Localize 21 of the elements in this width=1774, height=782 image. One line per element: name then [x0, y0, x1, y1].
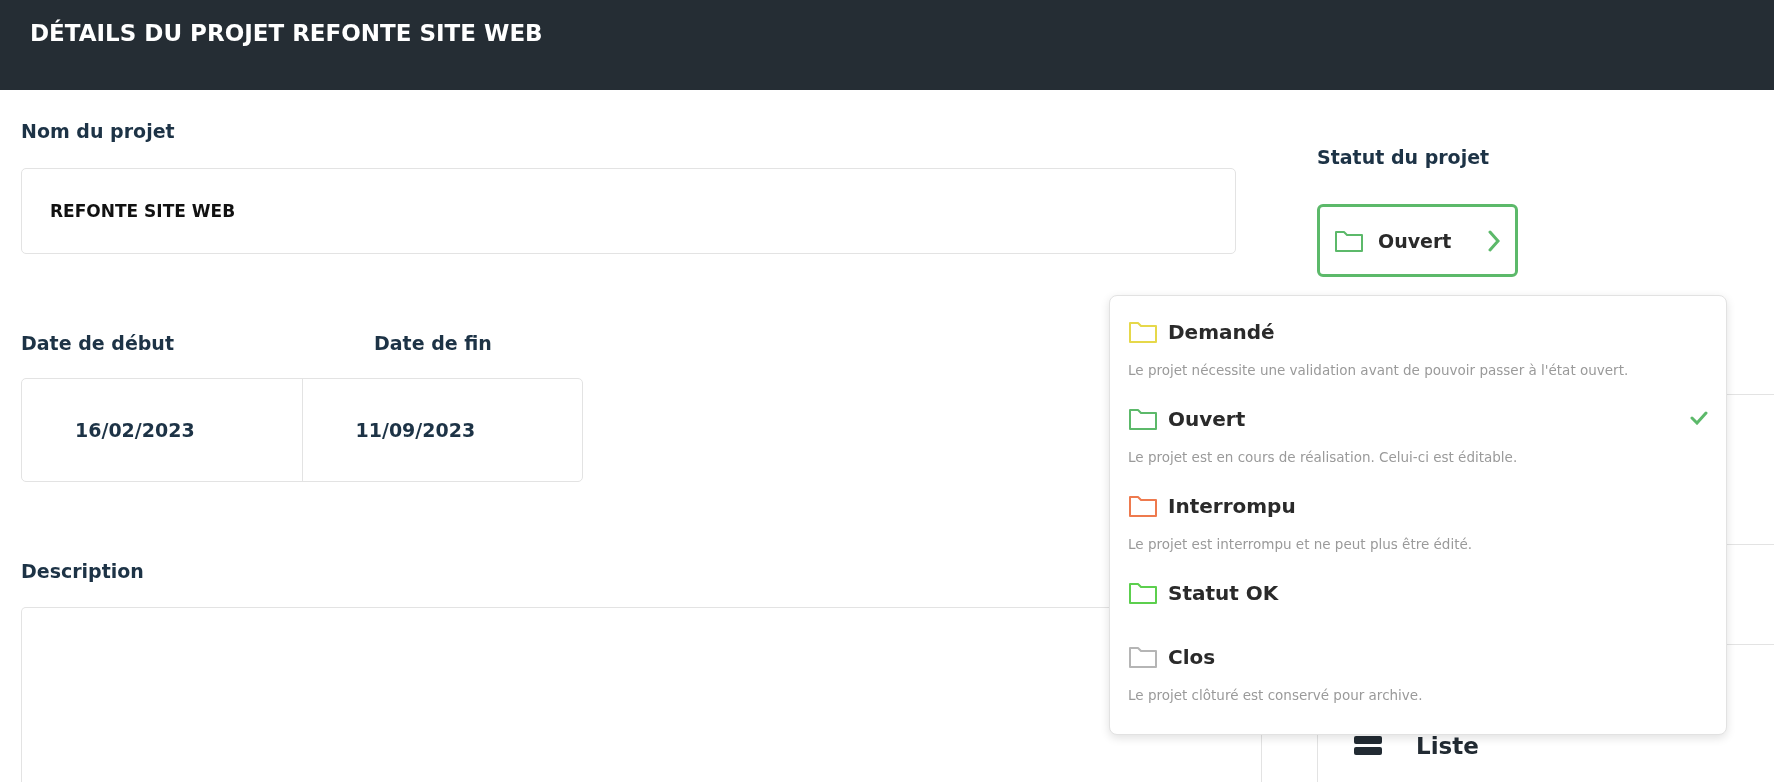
status-option[interactable]: Statut OK [1128, 575, 1708, 639]
field-label: Nom du projet [21, 120, 175, 142]
option-description: Le projet clôturé est conservé pour archive. [1128, 687, 1424, 703]
option-description: Le projet nécessite une validation avant de pouvoir passer à l'état ouvert. [1128, 362, 1630, 378]
list-icon [1354, 736, 1382, 756]
status-option[interactable]: Ouvert Le projet est en cours de réalisation. Celui-ci est éditable. [1128, 401, 1708, 488]
field-label: Date de fin [374, 332, 493, 354]
status-button[interactable]: Ouvert [1317, 204, 1518, 277]
chevron-right-icon [1487, 229, 1501, 252]
option-description: Le projet est interrompu et ne peut plus être édité. [1128, 536, 1474, 552]
field-label: Date de début [21, 332, 175, 354]
field-label: Statut du projet [1317, 146, 1490, 168]
project-name-field[interactable]: REFONTE SITE WEB [21, 168, 1236, 254]
field-label: Description [21, 560, 144, 582]
view-label: Liste [1416, 733, 1479, 759]
page-title: DÉTAILS DU PROJET REFONTE SITE WEB [30, 20, 543, 46]
option-description: Le projet est en cours de réalisation. Celui-ci est éditable. [1128, 449, 1519, 465]
status-option[interactable]: Clos Le projet clôturé est conservé pour archive. [1128, 639, 1708, 726]
status-option[interactable]: Interrompu Le projet est interrompu et ne peut plus être édité. [1128, 488, 1708, 575]
status-option[interactable]: Demandé Le projet nécessite une validation avant de pouvoir passer à l'état ouvert. [1128, 314, 1708, 401]
folder-icon [1334, 228, 1364, 253]
